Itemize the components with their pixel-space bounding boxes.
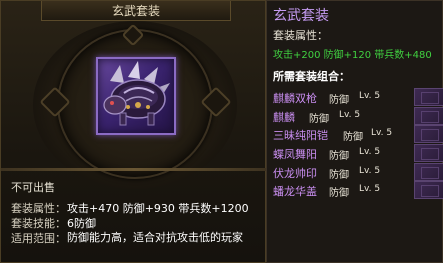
trade-status: 不可出售: [11, 181, 55, 194]
item-title: 玄武套装: [41, 1, 231, 21]
set-piece[interactable]: 伏龙帅印 防御 Lv. 5: [267, 163, 443, 181]
piece-name: 伏龙帅印: [273, 167, 317, 180]
piece-name: 麒麟双枪: [273, 92, 317, 105]
piece-level: Lv. 5: [339, 110, 361, 120]
piece-slot: 防御: [329, 151, 349, 162]
info-row-attrs: 套装属性：攻击+470 防御+930 带兵数+1200: [11, 200, 249, 216]
piece-level: Lv. 5: [359, 184, 381, 194]
set-piece[interactable]: 麒麟双枪 防御 Lv. 5: [267, 88, 443, 106]
armored-beast-armor-icon: [103, 61, 170, 126]
set-title: 玄武套装: [273, 8, 329, 24]
set-piece[interactable]: 蝶凤舞阳 防御 Lv. 5: [267, 144, 443, 162]
set-panel: 玄武套装 套装属性： 攻击+200 防御+120 带兵数+480 所需套装组合：…: [266, 0, 443, 263]
piece-level: Lv. 5: [359, 166, 381, 176]
set-piece[interactable]: 麒麟 防御 Lv. 5: [267, 107, 443, 125]
info-label: 适用范围：: [11, 232, 66, 245]
set-bonus: 攻击+200 防御+120 带兵数+480: [273, 50, 432, 61]
item-icon-slot[interactable]: [96, 57, 176, 135]
item-detail-panel: 玄武套装 不可出售 套装属性：攻击+470 防御+930 带兵数+1200 套装…: [0, 0, 267, 263]
piece-thumbnail: [414, 107, 443, 125]
piece-thumbnail: [414, 163, 443, 181]
item-tooltip: 玄武套装 不可出售 套装属性：攻击+470 防御+930 带兵数+1200 套装…: [0, 0, 443, 263]
piece-thumbnail: [414, 144, 443, 162]
piece-thumbnail: [414, 88, 443, 106]
piece-name: 三昧纯阳铠: [273, 129, 328, 142]
piece-slot: 防御: [329, 188, 349, 199]
panel-divider: [1, 168, 267, 171]
info-value: 6防御: [67, 217, 96, 230]
piece-thumbnail: [414, 125, 443, 143]
piece-slot: 防御: [329, 95, 349, 106]
info-value: 防御能力高，适合对抗攻击低的玩家: [67, 231, 243, 244]
piece-slot: 防御: [343, 132, 363, 143]
piece-slot: 防御: [309, 114, 329, 125]
info-label: 套装技能：: [11, 217, 66, 230]
required-set-label: 所需套装组合：: [273, 70, 350, 83]
set-attr-label: 套装属性：: [273, 29, 328, 42]
info-value: 攻击+470 防御+930 带兵数+1200: [67, 202, 249, 215]
piece-name: 麒麟: [273, 111, 295, 124]
info-row-usage: 适用范围：防御能力高，适合对抗攻击低的玩家: [11, 230, 259, 246]
piece-name: 蝶凤舞阳: [273, 148, 317, 161]
piece-name: 蟠龙华盖: [273, 185, 317, 198]
piece-thumbnail: [414, 181, 443, 199]
set-piece[interactable]: 蟠龙华盖 防御 Lv. 5: [267, 181, 443, 199]
piece-slot: 防御: [329, 170, 349, 181]
piece-level: Lv. 5: [371, 128, 393, 138]
set-piece[interactable]: 三昧纯阳铠 防御 Lv. 5: [267, 125, 443, 143]
piece-level: Lv. 5: [359, 91, 381, 101]
info-label: 套装属性：: [11, 202, 66, 215]
info-row-skill: 套装技能：6防御: [11, 215, 96, 231]
piece-level: Lv. 5: [359, 147, 381, 157]
